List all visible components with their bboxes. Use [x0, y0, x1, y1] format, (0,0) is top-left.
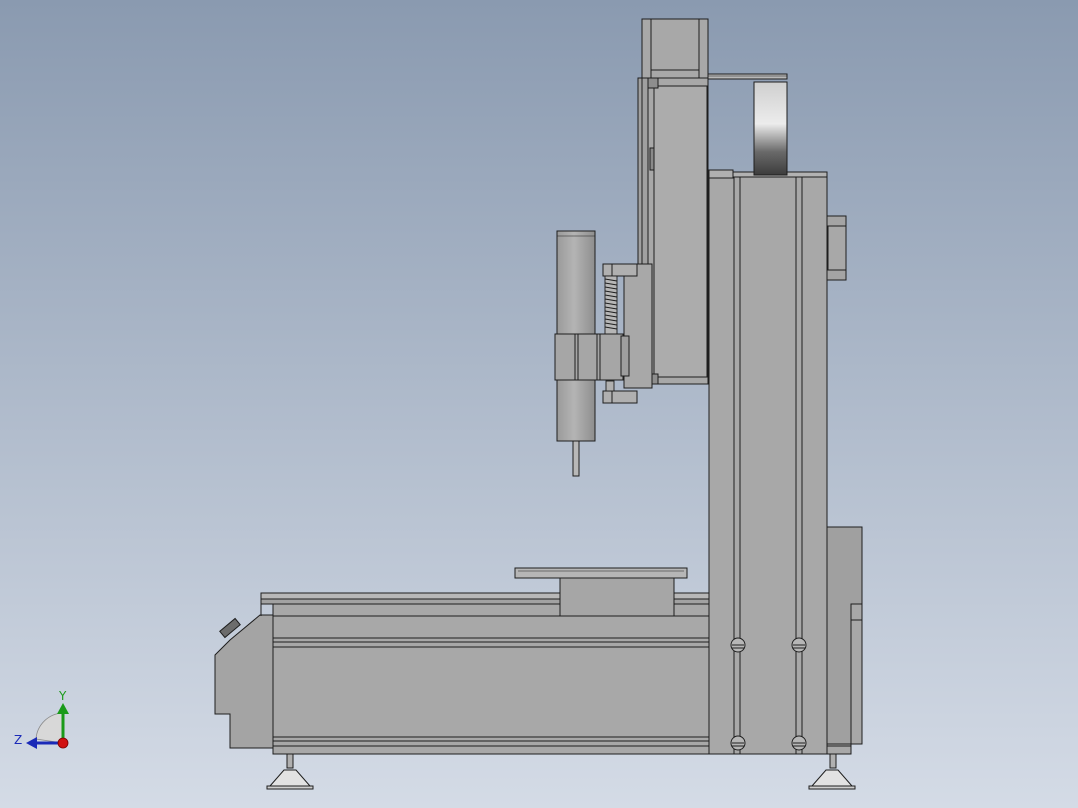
rear-motor-box: [826, 526, 863, 745]
z-motor-flange: [825, 215, 847, 281]
cutting-tool: [572, 440, 580, 477]
cad-viewport[interactable]: [0, 0, 1078, 808]
spindle-clamp: [554, 333, 630, 381]
z-stepper-motor: [641, 18, 709, 80]
vertical-column: [708, 169, 828, 755]
